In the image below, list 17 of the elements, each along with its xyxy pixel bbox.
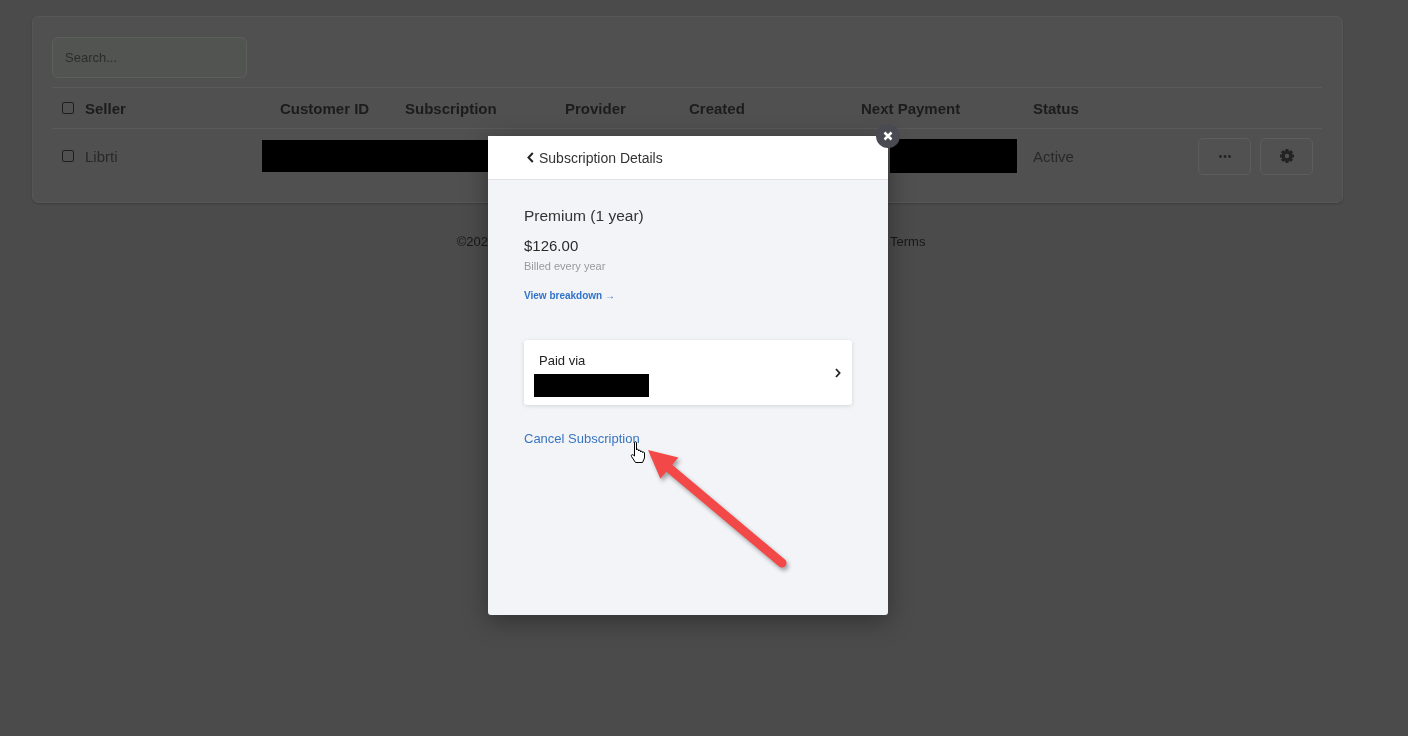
payment-label: Paid via bbox=[539, 353, 586, 369]
gear-icon bbox=[1279, 149, 1294, 163]
price-text: $126.00 bbox=[524, 236, 579, 256]
settings-button[interactable] bbox=[1260, 137, 1313, 175]
checkbox[interactable] bbox=[62, 102, 74, 114]
plan-name: Premium (1 year) bbox=[524, 206, 644, 226]
view-breakdown-link[interactable]: View breakdown → bbox=[524, 289, 615, 303]
billing-text: Billed every year bbox=[524, 259, 606, 273]
checkbox[interactable] bbox=[62, 150, 74, 162]
chevron-right-icon bbox=[835, 367, 841, 378]
chevron-left-icon bbox=[527, 152, 534, 163]
payment-method-card[interactable]: Paid via bbox=[524, 340, 852, 405]
close-icon bbox=[883, 131, 893, 141]
cancel-subscription-link[interactable]: Cancel Subscription bbox=[524, 431, 640, 447]
more-button[interactable] bbox=[1198, 137, 1251, 175]
back-button[interactable]: Subscription Details bbox=[527, 149, 663, 166]
more-icon bbox=[1218, 154, 1231, 158]
